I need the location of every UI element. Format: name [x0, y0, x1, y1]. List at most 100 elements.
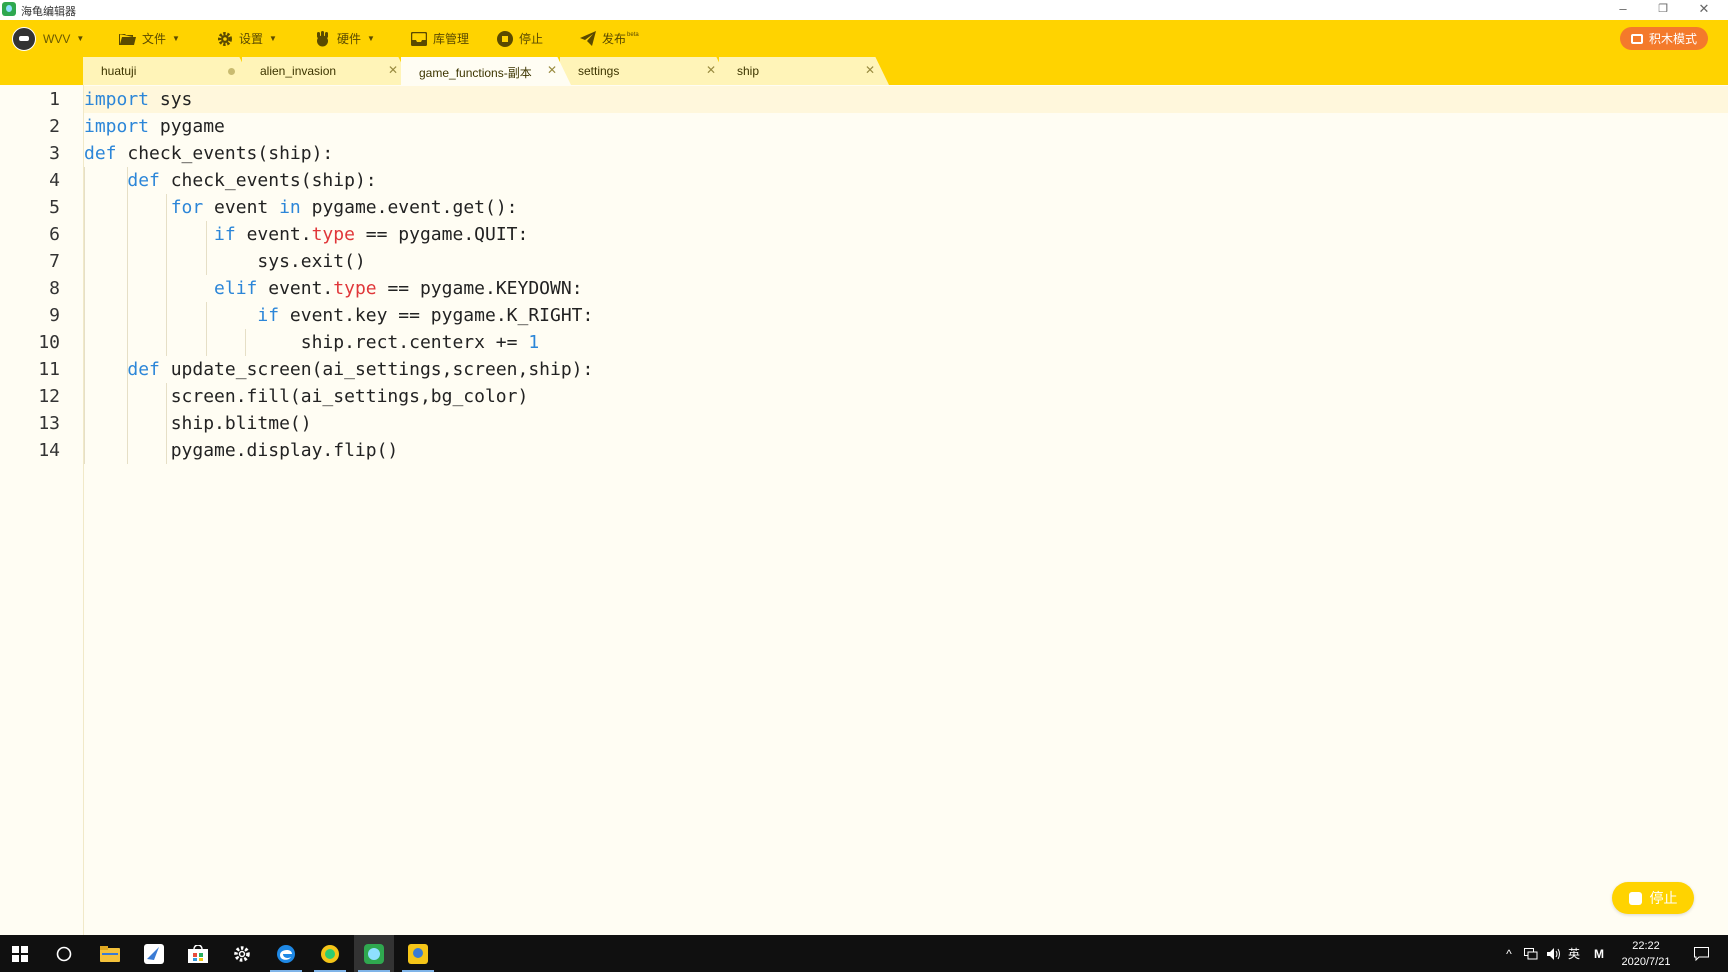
code-line[interactable]: if event.type == pygame.QUIT:	[84, 221, 1728, 248]
code-line[interactable]: import sys	[84, 86, 1728, 113]
file-tab-bar: huatuji alien_invasion ✕ settings settin…	[0, 57, 1728, 85]
code-editor[interactable]: import sys import pygame def check_events(…	[84, 85, 1728, 935]
blocks-mode-button[interactable]: 积木模式	[1620, 27, 1708, 50]
code-token: == pygame.QUIT:	[354, 224, 529, 245]
close-icon[interactable]: ✕	[865, 63, 875, 77]
turtle-editor-icon[interactable]	[354, 935, 394, 972]
close-icon[interactable]: ✕	[706, 63, 716, 77]
code-line[interactable]: screen.fill(ai_settings,bg_color)	[84, 383, 1728, 410]
property-token: type	[311, 224, 355, 245]
windows-taskbar: ^ 英 M 22:22 2020/7/21	[0, 935, 1728, 972]
network-icon[interactable]	[1520, 935, 1542, 972]
python-app-icon[interactable]	[398, 935, 438, 972]
code-line[interactable]: pygame.display.flip()	[84, 437, 1728, 464]
indent-guide	[84, 167, 85, 464]
keyword-token: import	[84, 89, 150, 110]
code-line[interactable]: def check_events(ship):	[84, 140, 1728, 167]
keyword-token: import	[84, 116, 150, 137]
user-menu[interactable]: WVV ▼	[12, 20, 84, 57]
code-line[interactable]: sys.exit()	[84, 248, 1728, 275]
keyword-token: elif	[214, 278, 258, 299]
hardware-menu-label: 硬件	[337, 32, 362, 46]
close-icon[interactable]: ✕	[388, 63, 398, 77]
store-icon[interactable]	[178, 935, 218, 972]
keyword-token: in	[279, 197, 301, 218]
windows-start-icon[interactable]	[0, 935, 40, 972]
code-line[interactable]: for event in pygame.event.get():	[84, 194, 1728, 221]
code-line[interactable]: ship.blitme()	[84, 410, 1728, 437]
tab-ship[interactable]: ship ✕	[719, 57, 889, 85]
publish-label: 发布	[602, 32, 627, 46]
keyword-token: for	[170, 197, 204, 218]
clock-date: 2020/7/21	[1621, 956, 1671, 968]
line-number: 1	[49, 89, 60, 110]
settings-menu-label: 设置	[239, 32, 264, 46]
stop-label: 停止	[519, 32, 544, 46]
keyword-token: if	[257, 305, 280, 326]
file-explorer-icon[interactable]	[90, 935, 130, 972]
minimize-button[interactable]: –	[1603, 0, 1643, 20]
tab-alien-invasion[interactable]: alien_invasion ✕	[242, 57, 412, 85]
settings-gear-icon[interactable]	[222, 935, 262, 972]
stop-button[interactable]: 停止	[497, 20, 543, 57]
blocks-icon	[1630, 33, 1643, 44]
code-token: check_events(ship):	[159, 170, 377, 191]
settings-menu[interactable]: 设置 ▼	[217, 20, 277, 57]
line-number: 7	[49, 251, 60, 272]
close-icon[interactable]: ✕	[547, 63, 557, 77]
code-token: event.	[257, 278, 334, 299]
indent-guide	[166, 194, 168, 356]
indent-guide	[126, 167, 128, 464]
line-number: 6	[49, 224, 60, 245]
turtle-app-icon	[2, 2, 16, 16]
code-line[interactable]: elif event.type == pygame.KEYDOWN:	[84, 275, 1728, 302]
beta-badge: beta	[627, 31, 639, 38]
line-number-gutter: 1 2 3 4 5 6 7 8 9 10 11 12 13 14	[0, 85, 84, 935]
code-line[interactable]: def check_events(ship):	[84, 167, 1728, 194]
tab-huatuji[interactable]: huatuji	[83, 57, 253, 85]
hardware-menu[interactable]: 硬件 ▼	[314, 20, 375, 57]
line-number: 5	[49, 197, 60, 218]
library-manager-label: 库管理	[433, 32, 470, 46]
publish-button[interactable]: 发布 beta	[580, 20, 639, 57]
hardware-hand-icon	[317, 30, 328, 46]
gear-icon	[218, 31, 232, 46]
code-token: event.key == pygame.K_RIGHT:	[279, 305, 594, 326]
edge-browser-icon[interactable]	[266, 935, 306, 972]
clock[interactable]: 22:22 2020/7/21	[1606, 938, 1686, 970]
line-number: 8	[49, 278, 60, 299]
email-app-icon[interactable]	[134, 935, 174, 972]
notification-icon[interactable]	[1688, 935, 1714, 972]
code-line[interactable]: ship.rect.centerx += 1	[84, 329, 1728, 356]
indent-guide	[166, 383, 168, 464]
code-line[interactable]: def update_screen(ai_settings,screen,shi…	[84, 356, 1728, 383]
restore-button[interactable]: ❐	[1643, 0, 1683, 20]
tab-game-functions-copy[interactable]: game_functions-副本 ✕	[401, 57, 571, 85]
unsaved-dot-icon[interactable]	[228, 68, 235, 75]
code-token: pygame.event.get():	[300, 197, 518, 218]
volume-icon[interactable]	[1543, 935, 1565, 972]
ime-indicator[interactable]: 英	[1563, 935, 1585, 972]
search-circle-icon[interactable]	[44, 935, 84, 972]
floating-stop-button[interactable]: 停止	[1612, 882, 1694, 914]
code-token: pygame	[149, 116, 225, 137]
code-token: sys	[149, 89, 193, 110]
close-window-button[interactable]: ✕	[1684, 0, 1724, 20]
tab-settings[interactable]: settings ✕	[560, 57, 730, 85]
green-app-icon[interactable]	[310, 935, 350, 972]
tab-label: game_functions-副本	[419, 66, 532, 80]
file-menu[interactable]: 文件 ▼	[119, 20, 180, 57]
indent-guide	[245, 329, 247, 356]
tray-overflow-chevron[interactable]: ^	[1499, 935, 1519, 972]
library-manager-button[interactable]: 库管理	[411, 20, 469, 57]
code-line[interactable]: if event.key == pygame.K_RIGHT:	[84, 302, 1728, 329]
keyword-token: def	[84, 143, 117, 164]
stop-square-icon	[1628, 891, 1642, 905]
indent-guide	[205, 221, 207, 275]
code-token: check_events(ship):	[116, 143, 334, 164]
code-line[interactable]: import pygame	[84, 113, 1728, 140]
chevron-down-icon: ▼	[172, 34, 180, 43]
